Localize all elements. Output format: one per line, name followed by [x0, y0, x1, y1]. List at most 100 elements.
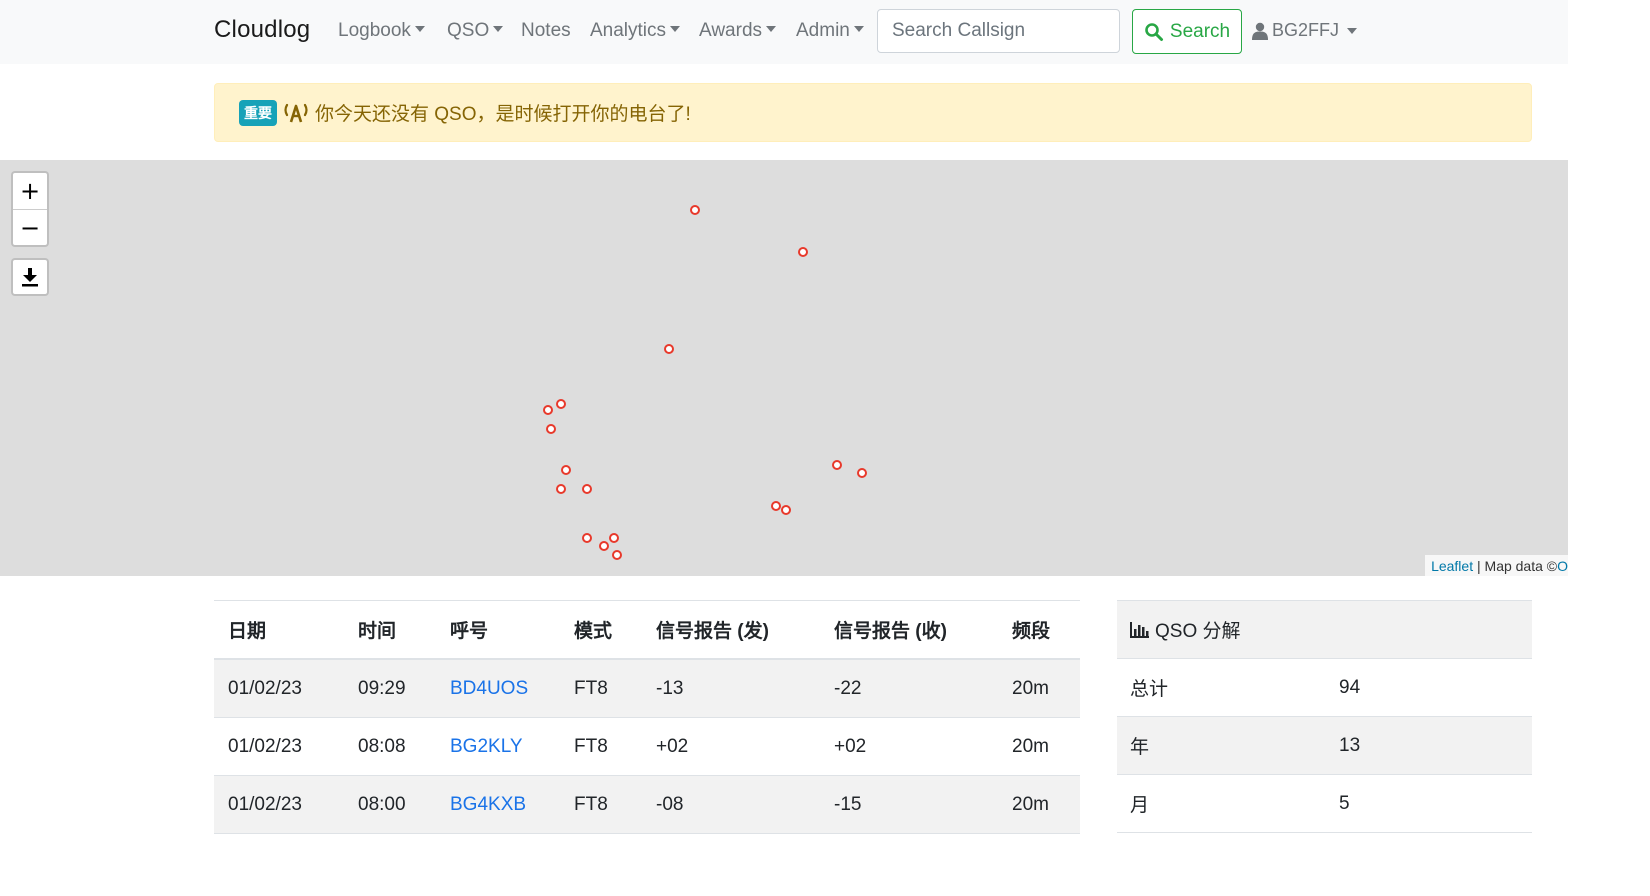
qso-band: 20m: [998, 717, 1080, 776]
qso-map-marker[interactable]: [582, 533, 592, 543]
qso-map-marker[interactable]: [781, 505, 791, 515]
breakdown-row: 月 5: [1117, 774, 1532, 833]
map-data-text: | Map data ©: [1477, 557, 1558, 574]
qso-map-marker[interactable]: [546, 424, 556, 434]
recent-qso-table: 日期 时间 呼号 模式 信号报告 (发) 信号报告 (收) 频段 01/02/2…: [214, 600, 1080, 834]
qso-map-marker[interactable]: [582, 484, 592, 494]
breakdown-value: 5: [1326, 774, 1532, 833]
qso-time: 08:00: [344, 775, 436, 834]
zoom-out-button[interactable]: −: [13, 210, 47, 246]
qso-mode: FT8: [560, 775, 642, 834]
nav-notes[interactable]: Notes: [521, 20, 571, 42]
important-badge: 重要: [239, 99, 277, 126]
callsign-link[interactable]: BD4UOS: [450, 678, 528, 699]
qso-band: 20m: [998, 659, 1080, 718]
qso-time: 09:29: [344, 659, 436, 718]
qso-map-marker[interactable]: [599, 541, 609, 551]
qso-map-marker[interactable]: [609, 533, 619, 543]
broadcast-icon: [283, 103, 309, 123]
alert-message: 你今天还没有 QSO，是时候打开你的电台了!: [315, 104, 691, 125]
qso-map-marker[interactable]: [556, 399, 566, 409]
qso-map-marker[interactable]: [612, 550, 622, 560]
user-callsign: BG2FFJ: [1272, 20, 1340, 40]
caret-down-icon: [414, 26, 425, 32]
nav-analytics[interactable]: Analytics: [590, 20, 681, 42]
zoom-in-button[interactable]: +: [13, 173, 47, 210]
download-icon: [22, 268, 38, 287]
qso-date: 01/02/23: [214, 659, 344, 718]
qso-rst-sent: +02: [642, 717, 820, 776]
qso-band: 20m: [998, 775, 1080, 834]
user-icon: [1252, 22, 1268, 40]
nav-qso[interactable]: QSO: [447, 20, 504, 42]
table-header-row: 日期 时间 呼号 模式 信号报告 (发) 信号报告 (收) 频段: [214, 600, 1080, 660]
col-band: 频段: [998, 600, 1080, 660]
qso-rst-rcvd: -15: [820, 775, 998, 834]
user-menu[interactable]: BG2FFJ: [1252, 20, 1358, 41]
qso-breakdown-table: QSO 分解 总计 94 年 13 月 5: [1117, 600, 1532, 833]
nav-logbook[interactable]: Logbook: [338, 20, 425, 42]
download-button[interactable]: [11, 258, 49, 296]
breakdown-header: QSO 分解: [1117, 600, 1532, 659]
table-row: 01/02/23 08:00 BG4KXB FT8 -08 -15 20m: [214, 775, 1080, 834]
nav-logbook-label: Logbook: [338, 20, 411, 41]
nav-admin[interactable]: Admin: [796, 20, 864, 42]
search-button-label: Search: [1169, 20, 1231, 42]
nav-awards-label: Awards: [699, 20, 763, 41]
search-callsign-input[interactable]: [877, 9, 1120, 53]
zoom-control: + −: [11, 171, 49, 247]
breakdown-row: 总计 94: [1117, 658, 1532, 717]
nav-admin-label: Admin: [796, 20, 850, 41]
qso-time: 08:08: [344, 717, 436, 776]
col-rst-rcvd: 信号报告 (收): [820, 600, 998, 660]
caret-down-icon: [1347, 27, 1358, 34]
callsign-link[interactable]: BG4KXB: [450, 794, 526, 815]
qso-rst-rcvd: +02: [820, 717, 998, 776]
caret-down-icon: [853, 26, 864, 32]
qso-callsign: BG2KLY: [436, 717, 560, 776]
breakdown-row: 年 13: [1117, 716, 1532, 775]
qso-map-marker[interactable]: [771, 501, 781, 511]
breakdown-label: 总计: [1117, 658, 1326, 717]
nav-awards[interactable]: Awards: [699, 20, 777, 42]
breakdown-value: 94: [1326, 658, 1532, 717]
qso-map-marker[interactable]: [690, 205, 700, 215]
osm-link[interactable]: O: [1557, 558, 1568, 574]
col-mode: 模式: [560, 600, 642, 660]
qso-rst-rcvd: -22: [820, 659, 998, 718]
bar-chart-icon: [1130, 621, 1149, 638]
qso-callsign: BD4UOS: [436, 659, 560, 718]
callsign-link[interactable]: BG2KLY: [450, 736, 523, 757]
search-button[interactable]: Search: [1132, 9, 1242, 54]
breakdown-value: 13: [1326, 716, 1532, 775]
col-callsign: 呼号: [436, 600, 560, 660]
nav-qso-label: QSO: [447, 20, 490, 41]
leaflet-link[interactable]: Leaflet: [1431, 558, 1473, 574]
table-row: 01/02/23 09:29 BD4UOS FT8 -13 -22 20m: [214, 659, 1080, 718]
breakdown-title: QSO 分解: [1155, 621, 1241, 642]
map-attribution: Leaflet | Map data © O: [1425, 555, 1568, 576]
search-icon: [1145, 22, 1163, 41]
col-time: 时间: [344, 600, 436, 660]
nav-notes-label: Notes: [521, 20, 571, 41]
qso-map-marker[interactable]: [832, 460, 842, 470]
caret-down-icon: [493, 26, 504, 32]
qso-mode: FT8: [560, 717, 642, 776]
brand-logo[interactable]: Cloudlog: [214, 16, 310, 44]
qso-map-marker[interactable]: [798, 247, 808, 257]
qso-map-marker[interactable]: [556, 484, 566, 494]
col-date: 日期: [214, 600, 344, 660]
qso-rst-sent: -13: [642, 659, 820, 718]
qso-mode: FT8: [560, 659, 642, 718]
qso-rst-sent: -08: [642, 775, 820, 834]
caret-down-icon: [670, 26, 681, 32]
col-rst-sent: 信号报告 (发): [642, 600, 820, 660]
qso-map[interactable]: + − Leaflet | Map data © O: [0, 160, 1568, 576]
qso-map-marker[interactable]: [664, 344, 674, 354]
qso-map-marker[interactable]: [857, 468, 867, 478]
no-qso-alert: 重要 你今天还没有 QSO，是时候打开你的电台了!: [214, 83, 1532, 142]
qso-map-marker[interactable]: [561, 465, 571, 475]
qso-map-marker[interactable]: [543, 405, 553, 415]
navbar: Cloudlog Logbook QSO Notes Analytics Awa…: [0, 0, 1568, 64]
breakdown-label: 年: [1117, 716, 1326, 775]
